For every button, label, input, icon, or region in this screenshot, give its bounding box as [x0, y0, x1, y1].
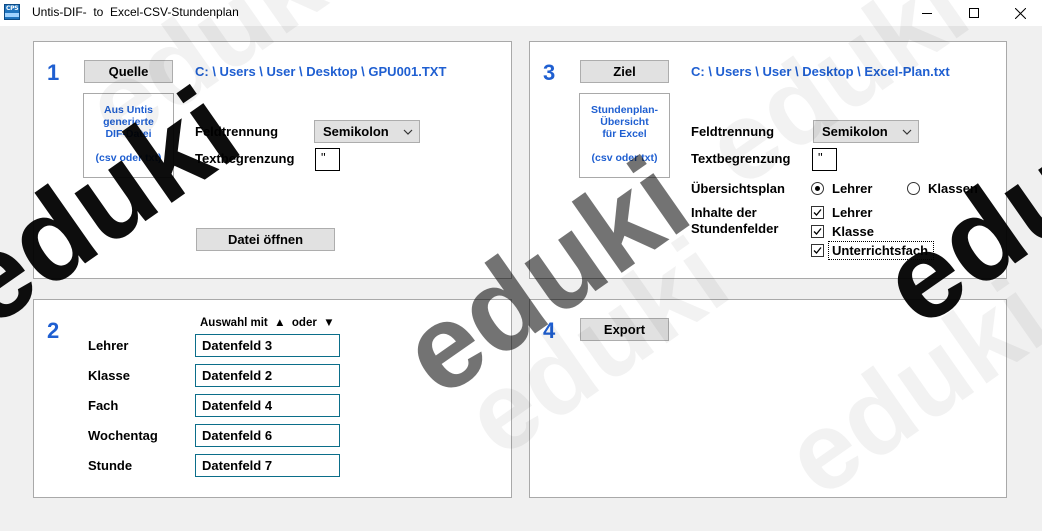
target-info-line1: Stundenplan- [590, 104, 659, 116]
overview-radio-teacher-label: Lehrer [832, 181, 873, 196]
mapping-label-teacher: Lehrer [88, 338, 129, 353]
contents-label-line2: Stundenfelder [691, 221, 779, 236]
content-checkbox-subject-label: Unterrichtsfach [832, 243, 929, 258]
close-icon [1014, 7, 1026, 19]
content-checkbox-class[interactable] [811, 225, 824, 238]
source-button[interactable]: Quelle [84, 60, 173, 83]
chevron-down-icon [902, 129, 912, 135]
content-checkbox-class-label: Klasse [832, 224, 874, 239]
export-panel: 4 Export [529, 299, 1007, 498]
source-info-line2: generierte [103, 116, 154, 128]
minimize-button[interactable] [904, 0, 950, 26]
checkmark-icon [813, 228, 822, 235]
mapping-label-subject: Fach [88, 398, 119, 413]
source-info-line1: Aus Untis [103, 104, 153, 116]
target-separator-label: Feldtrennung [691, 124, 775, 139]
overview-radio-class-label: Klassen [928, 181, 978, 196]
step-number-1: 1 [47, 60, 60, 85]
source-info-line3: DIF-Datei [105, 128, 152, 140]
close-button[interactable] [997, 0, 1042, 26]
maximize-icon [969, 8, 979, 18]
window-title: Untis-DIF- to Excel-CSV-Stundenplan [32, 5, 239, 19]
overview-radio-teacher[interactable] [811, 182, 824, 195]
maximize-button[interactable] [951, 0, 997, 26]
title-bar: CPS Untis-DIF- to Excel-CSV-Stundenplan [0, 0, 1042, 26]
source-panel: 1 Quelle C: \ Users \ User \ Desktop \ G… [33, 41, 512, 279]
target-button[interactable]: Ziel [580, 60, 669, 83]
selection-hint: Auswahl mit ▲ oder ▼ [200, 317, 335, 329]
chevron-down-icon [403, 129, 413, 135]
target-info-line2: Übersicht [600, 116, 649, 128]
overview-radio-class[interactable] [907, 182, 920, 195]
mapping-field-class[interactable]: Datenfeld 2 [195, 364, 340, 387]
app-icon: CPS [4, 4, 20, 20]
source-text-delim-label: Textbegrenzung [195, 151, 295, 166]
mapping-field-weekday[interactable]: Datenfeld 6 [195, 424, 340, 447]
checkmark-icon [813, 209, 822, 216]
checkmark-icon [813, 247, 822, 254]
target-separator-value: Semikolon [822, 124, 888, 139]
target-info-line3: für Excel [602, 128, 647, 140]
source-separator-label: Feldtrennung [195, 124, 279, 139]
content-checkbox-teacher-label: Lehrer [832, 205, 873, 220]
source-path: C: \ Users \ User \ Desktop \ GPU001.TXT [195, 64, 447, 79]
contents-label-line1: Inhalte der [691, 205, 757, 220]
open-file-button[interactable]: Datei öffnen [196, 228, 335, 251]
mapping-label-period: Stunde [88, 458, 133, 473]
source-separator-select[interactable]: Semikolon [314, 120, 420, 143]
mapping-field-subject[interactable]: Datenfeld 4 [195, 394, 340, 417]
mapping-label-class: Klasse [88, 368, 130, 383]
overview-label: Übersichtsplan [691, 181, 785, 196]
content-checkbox-teacher[interactable] [811, 206, 824, 219]
target-separator-select[interactable]: Semikolon [813, 120, 919, 143]
export-button[interactable]: Export [580, 318, 669, 341]
target-panel: 3 Ziel C: \ Users \ User \ Desktop \ Exc… [529, 41, 1007, 279]
step-number-2: 2 [47, 318, 60, 343]
mapping-label-weekday: Wochentag [88, 428, 158, 443]
source-text-delim-input[interactable]: " [315, 148, 340, 171]
target-path: C: \ Users \ User \ Desktop \ Excel-Plan… [691, 64, 950, 79]
step-number-4: 4 [543, 318, 556, 343]
mapping-field-teacher[interactable]: Datenfeld 3 [195, 334, 340, 357]
app-icon-label: CPS [6, 5, 19, 12]
step-number-3: 3 [543, 60, 556, 85]
source-separator-value: Semikolon [323, 124, 389, 139]
mapping-field-period[interactable]: Datenfeld 7 [195, 454, 340, 477]
field-mapping-panel: 2 Auswahl mit ▲ oder ▼ Lehrer Datenfeld … [33, 299, 512, 498]
source-info-box: Aus Untis generierte DIF-Datei (csv oder… [83, 93, 174, 178]
minimize-icon [922, 12, 932, 14]
target-info-box: Stundenplan- Übersicht für Excel (csv od… [579, 93, 670, 178]
target-info-line4: (csv oder txt) [591, 152, 658, 164]
target-text-delim-input[interactable]: " [812, 148, 837, 171]
source-info-line4: (csv oder txt) [95, 152, 162, 164]
content-checkbox-subject[interactable] [811, 244, 824, 257]
target-text-delim-label: Textbegrenzung [691, 151, 791, 166]
